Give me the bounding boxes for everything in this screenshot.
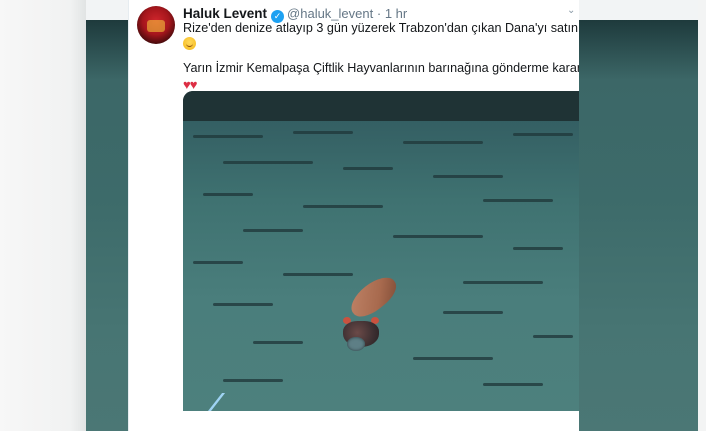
separator: ·: [376, 6, 382, 21]
tweet-text-line-2: Yarın İzmir Kemalpaşa Çiftlik Hayvanları…: [183, 61, 579, 75]
tweet-text-line-1: Rize'den denize atlayıp 3 gün yüzerek Tr…: [183, 21, 579, 35]
tweet-card[interactable]: Haluk Levent ✓ @haluk_levent · 1 hr ⌄ Rize…: [128, 0, 579, 431]
handle[interactable]: @haluk_levent: [287, 6, 373, 21]
swimming-calf: [343, 270, 415, 355]
red-heart-emoji: ♥♥: [183, 76, 197, 92]
tweet-text: Rize'den denize atlayıp 3 gün yüzerek Tr…: [183, 21, 579, 92]
chevron-down-icon[interactable]: ⌄: [567, 6, 577, 16]
display-name[interactable]: Haluk Levent: [183, 6, 267, 21]
tweet-video[interactable]: [183, 91, 579, 411]
timestamp[interactable]: 1 hr: [385, 6, 407, 21]
smiling-face-emoji: [183, 36, 196, 50]
backdrop-left-edge: [0, 0, 86, 431]
video-water-frame: [183, 121, 579, 411]
avatar[interactable]: [137, 6, 175, 44]
backdrop-right-edge: [698, 0, 706, 431]
boat-edge: [183, 393, 262, 411]
video-top-bar: [183, 91, 579, 121]
